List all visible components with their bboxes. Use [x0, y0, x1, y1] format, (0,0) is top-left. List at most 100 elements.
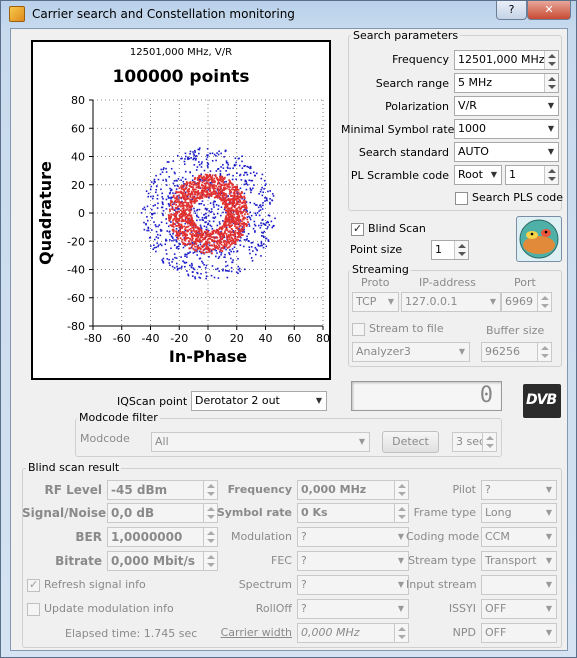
stream-to-file-checkbox[interactable]: [352, 323, 365, 336]
data-point: [184, 158, 186, 160]
data-point: [184, 170, 187, 173]
data-point: [205, 158, 208, 161]
data-point: [209, 184, 212, 186]
npd-select[interactable]: OFF ▼: [481, 623, 557, 643]
data-point: [184, 244, 186, 247]
issyi-select[interactable]: OFF ▼: [481, 599, 557, 619]
close-button[interactable]: ✕: [527, 1, 571, 20]
pilot-select[interactable]: ? ▼: [481, 480, 557, 500]
data-point: [226, 264, 229, 267]
ip-address-label: IP-address: [419, 276, 476, 289]
data-point: [155, 225, 157, 228]
carrier-width-label[interactable]: Carrier width: [211, 626, 292, 639]
pl-scramble-value-input[interactable]: 1: [505, 165, 559, 185]
data-point: [242, 229, 245, 232]
data-point: [196, 245, 199, 248]
data-point: [217, 167, 220, 170]
detect-interval-input[interactable]: 3 sec: [452, 432, 497, 452]
chevron-down-icon: ▼: [397, 532, 404, 541]
blind-scan-result-title: Blind scan result: [26, 461, 122, 474]
data-point: [149, 188, 152, 191]
stream-type-select[interactable]: Transport ▼: [481, 551, 557, 571]
refresh-signal-checkbox[interactable]: [27, 578, 40, 592]
data-point: [169, 202, 172, 205]
data-point: [180, 190, 182, 193]
point-size-input[interactable]: 1: [431, 240, 469, 260]
counter-display: 0: [351, 381, 502, 411]
port-input[interactable]: 6969: [501, 292, 552, 312]
buffer-size-input[interactable]: 96256: [481, 342, 552, 362]
data-point: [187, 194, 189, 197]
data-point: [235, 192, 238, 195]
data-point: [232, 203, 235, 206]
data-point: [231, 233, 234, 236]
iqscan-point-select[interactable]: Derotator 2 out ▼: [191, 391, 327, 411]
search-pls-checkbox[interactable]: [455, 192, 468, 205]
x-tick-label: 20: [230, 332, 244, 345]
data-point: [155, 250, 157, 253]
data-point: [178, 210, 180, 213]
search-range-input[interactable]: 5 MHz: [454, 73, 559, 93]
port-spin-icon[interactable]: [537, 293, 551, 311]
file-select[interactable]: Analyzer3 ▼: [352, 342, 470, 362]
data-point: [228, 216, 231, 218]
data-point: [191, 245, 193, 248]
update-modulation-checkbox[interactable]: [27, 603, 40, 616]
data-point: [212, 204, 215, 206]
search-range-label: Search range: [375, 77, 449, 90]
data-point: [233, 246, 236, 249]
data-point: [161, 171, 164, 174]
data-point: [227, 195, 229, 197]
data-point: [217, 208, 220, 210]
data-point: [198, 152, 200, 155]
data-point: [161, 201, 164, 203]
frequency-spin-icon[interactable]: [544, 51, 558, 69]
data-point: [201, 189, 204, 192]
detect-interval-spin-icon[interactable]: [482, 433, 496, 451]
ip-address-select[interactable]: 127.0.0.1 ▼: [401, 292, 501, 312]
data-point: [184, 178, 187, 181]
fec-select[interactable]: ? ▼: [297, 551, 409, 571]
input-stream-select[interactable]: ▼: [481, 575, 557, 595]
frame-type-select[interactable]: Long ▼: [481, 503, 557, 523]
modcode-select[interactable]: All ▼: [151, 432, 370, 452]
proto-select[interactable]: TCP ▼: [352, 292, 399, 312]
blind-scan-checkbox[interactable]: [351, 222, 364, 236]
rf-level-value: -45 dBm: [111, 483, 168, 497]
data-point: [227, 230, 230, 233]
data-point: [240, 196, 243, 199]
chevron-down-icon: ▼: [545, 580, 552, 589]
symbol-rate-select[interactable]: 1000 ▼: [454, 119, 559, 139]
search-standard-select[interactable]: AUTO ▼: [454, 142, 559, 162]
help-button[interactable]: ?: [496, 1, 527, 20]
pl-scramble-mode-select[interactable]: Root ▼: [454, 165, 502, 185]
data-point: [265, 245, 268, 248]
frequency-input[interactable]: 12501,000 MHz: [454, 50, 559, 70]
data-point: [246, 213, 249, 215]
rolloff-select[interactable]: ? ▼: [297, 599, 409, 619]
data-point: [208, 173, 211, 176]
pl-scramble-spin-icon[interactable]: [544, 166, 558, 184]
search-range-value: 5 MHz: [458, 76, 493, 89]
modulation-select[interactable]: ? ▼: [297, 527, 409, 547]
data-point: [224, 203, 226, 206]
spectrum-select[interactable]: ? ▼: [297, 575, 409, 595]
fec-label: FEC: [271, 554, 292, 567]
data-point: [195, 238, 197, 241]
data-point: [204, 207, 207, 210]
data-point: [207, 214, 210, 217]
detect-button[interactable]: Detect: [382, 431, 439, 453]
data-point: [228, 186, 231, 188]
point-size-spin-icon[interactable]: [454, 241, 468, 259]
data-point: [186, 270, 188, 272]
buffer-size-spin-icon[interactable]: [537, 343, 551, 361]
data-point: [182, 213, 185, 216]
polarization-select[interactable]: V/R ▼: [454, 96, 559, 116]
data-point: [199, 227, 202, 230]
coding-mode-select[interactable]: CCM ▼: [481, 527, 557, 547]
data-point: [181, 216, 183, 219]
data-point: [220, 185, 222, 188]
search-range-spin-icon[interactable]: [544, 74, 558, 92]
data-point: [173, 244, 176, 247]
data-point: [254, 174, 256, 177]
